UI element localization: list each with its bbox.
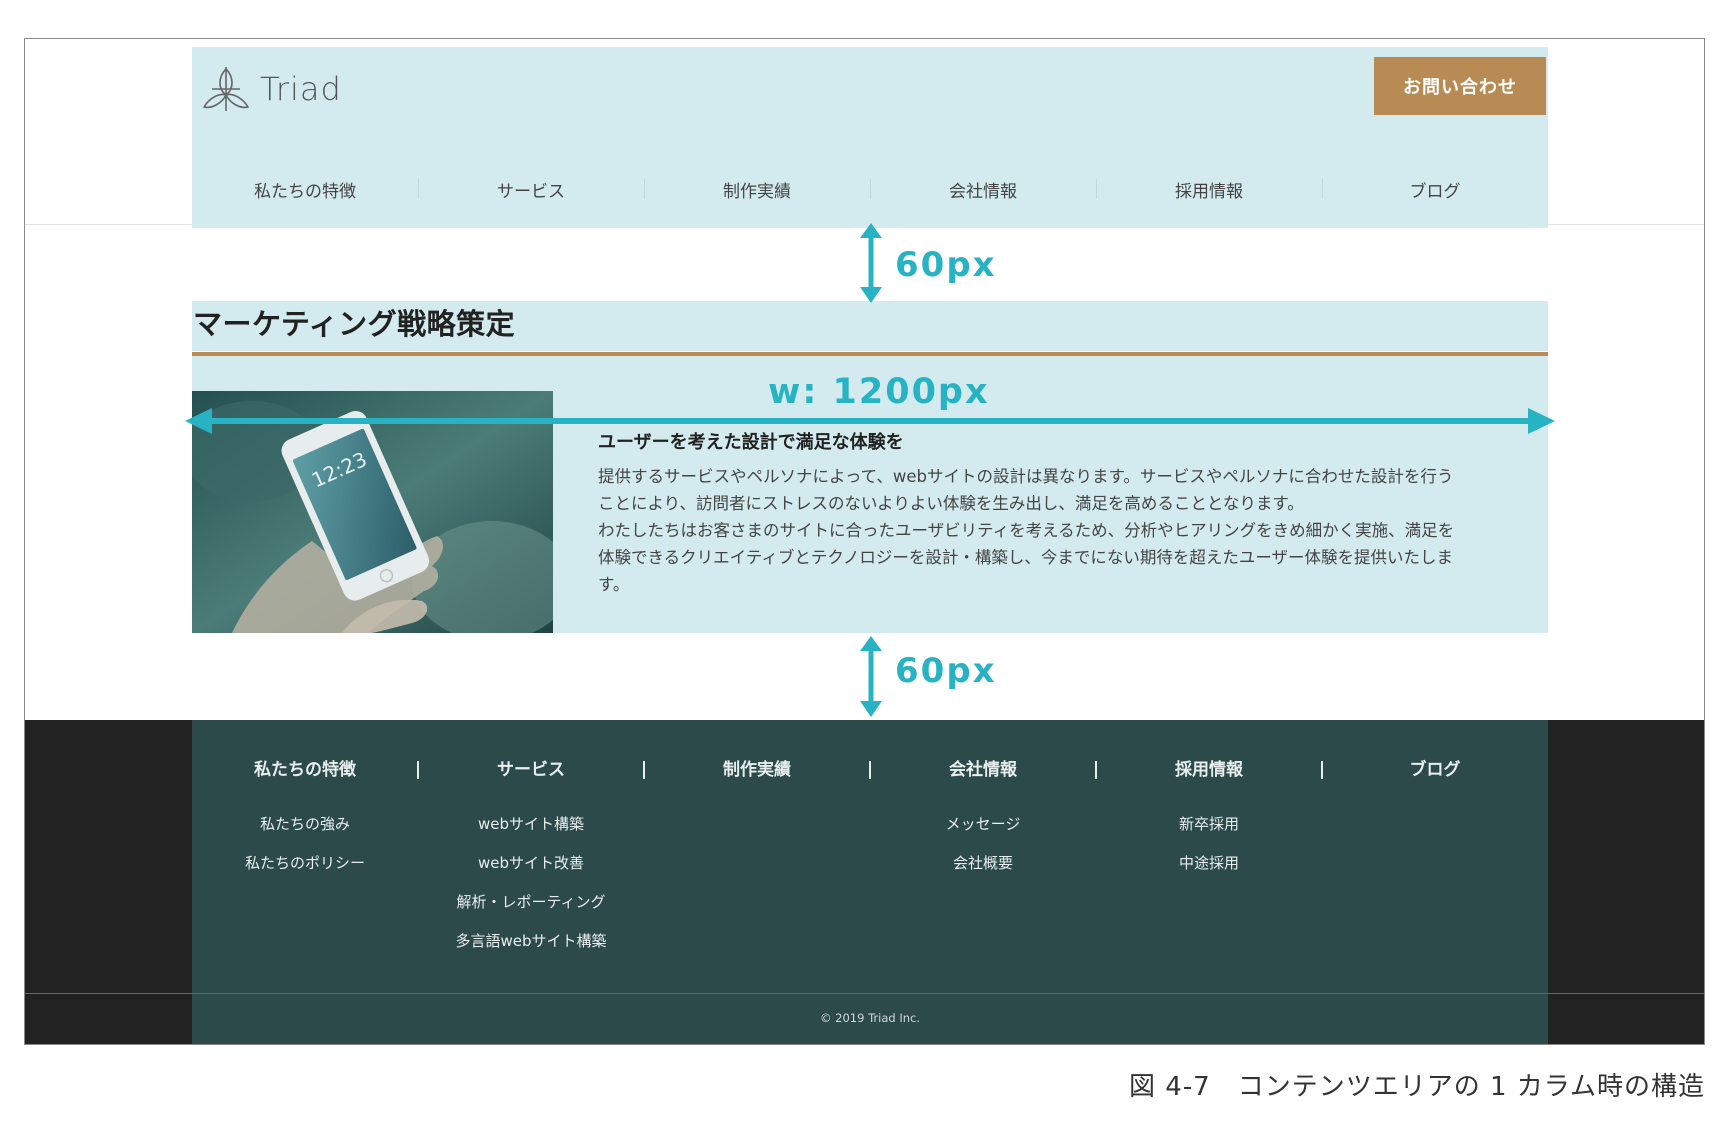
footer-col-features: 私たちの特徴 私たちの強み 私たちのポリシー xyxy=(192,755,418,883)
arrow-head-down xyxy=(860,287,882,303)
bottom-gap-label: 60px xyxy=(895,651,997,691)
footer-link[interactable]: 中途採用 xyxy=(1096,844,1322,883)
footer-col-services: サービス webサイト構築 webサイト改善 解析・レポーティング 多言語web… xyxy=(418,755,644,961)
arrow-head-up xyxy=(860,223,882,238)
footer-heading[interactable]: 会社情報 xyxy=(870,755,1096,785)
arrow-head-down xyxy=(860,701,882,717)
footer-heading[interactable]: サービス xyxy=(418,755,644,785)
width-label: w: 1200px xyxy=(768,372,990,412)
footer-col-recruit: 採用情報 新卒採用 中途採用 xyxy=(1096,755,1322,883)
page-frame: Triad お問い合わせ 私たちの特徴 サービス 制作実績 会社情報 採用情報 … xyxy=(24,38,1705,1045)
footer-col-works: 制作実績 xyxy=(644,755,870,785)
footer-link[interactable]: メッセージ xyxy=(870,805,1096,844)
figure-caption: 図 4-7 コンテンツエリアの 1 カラム時の構造 xyxy=(1128,1072,1705,1102)
footer-col-company: 会社情報 メッセージ 会社概要 xyxy=(870,755,1096,883)
footer-divider xyxy=(25,993,1704,994)
footer-link[interactable]: 会社概要 xyxy=(870,844,1096,883)
copyright: © 2019 Triad Inc. xyxy=(820,1011,920,1025)
footer-col-blog: ブログ xyxy=(1322,755,1548,785)
top-gap-label: 60px xyxy=(895,245,997,285)
arrow-head-right xyxy=(1528,408,1555,434)
footer-link[interactable]: 新卒採用 xyxy=(1096,805,1322,844)
footer-link[interactable]: webサイト構築 xyxy=(418,805,644,844)
footer-link[interactable]: 私たちのポリシー xyxy=(192,844,418,883)
arrow-head-left xyxy=(185,408,212,434)
footer-heading[interactable]: 私たちの特徴 xyxy=(192,755,418,785)
footer-link[interactable]: 多言語webサイト構築 xyxy=(418,922,644,961)
footer-heading[interactable]: ブログ xyxy=(1322,755,1548,785)
footer-heading[interactable]: 制作実績 xyxy=(644,755,870,785)
footer-link[interactable]: 解析・レポーティング xyxy=(418,883,644,922)
arrow-head-up xyxy=(860,636,882,651)
footer-link[interactable]: webサイト改善 xyxy=(418,844,644,883)
footer-link[interactable]: 私たちの強み xyxy=(192,805,418,844)
footer-heading[interactable]: 採用情報 xyxy=(1096,755,1322,785)
